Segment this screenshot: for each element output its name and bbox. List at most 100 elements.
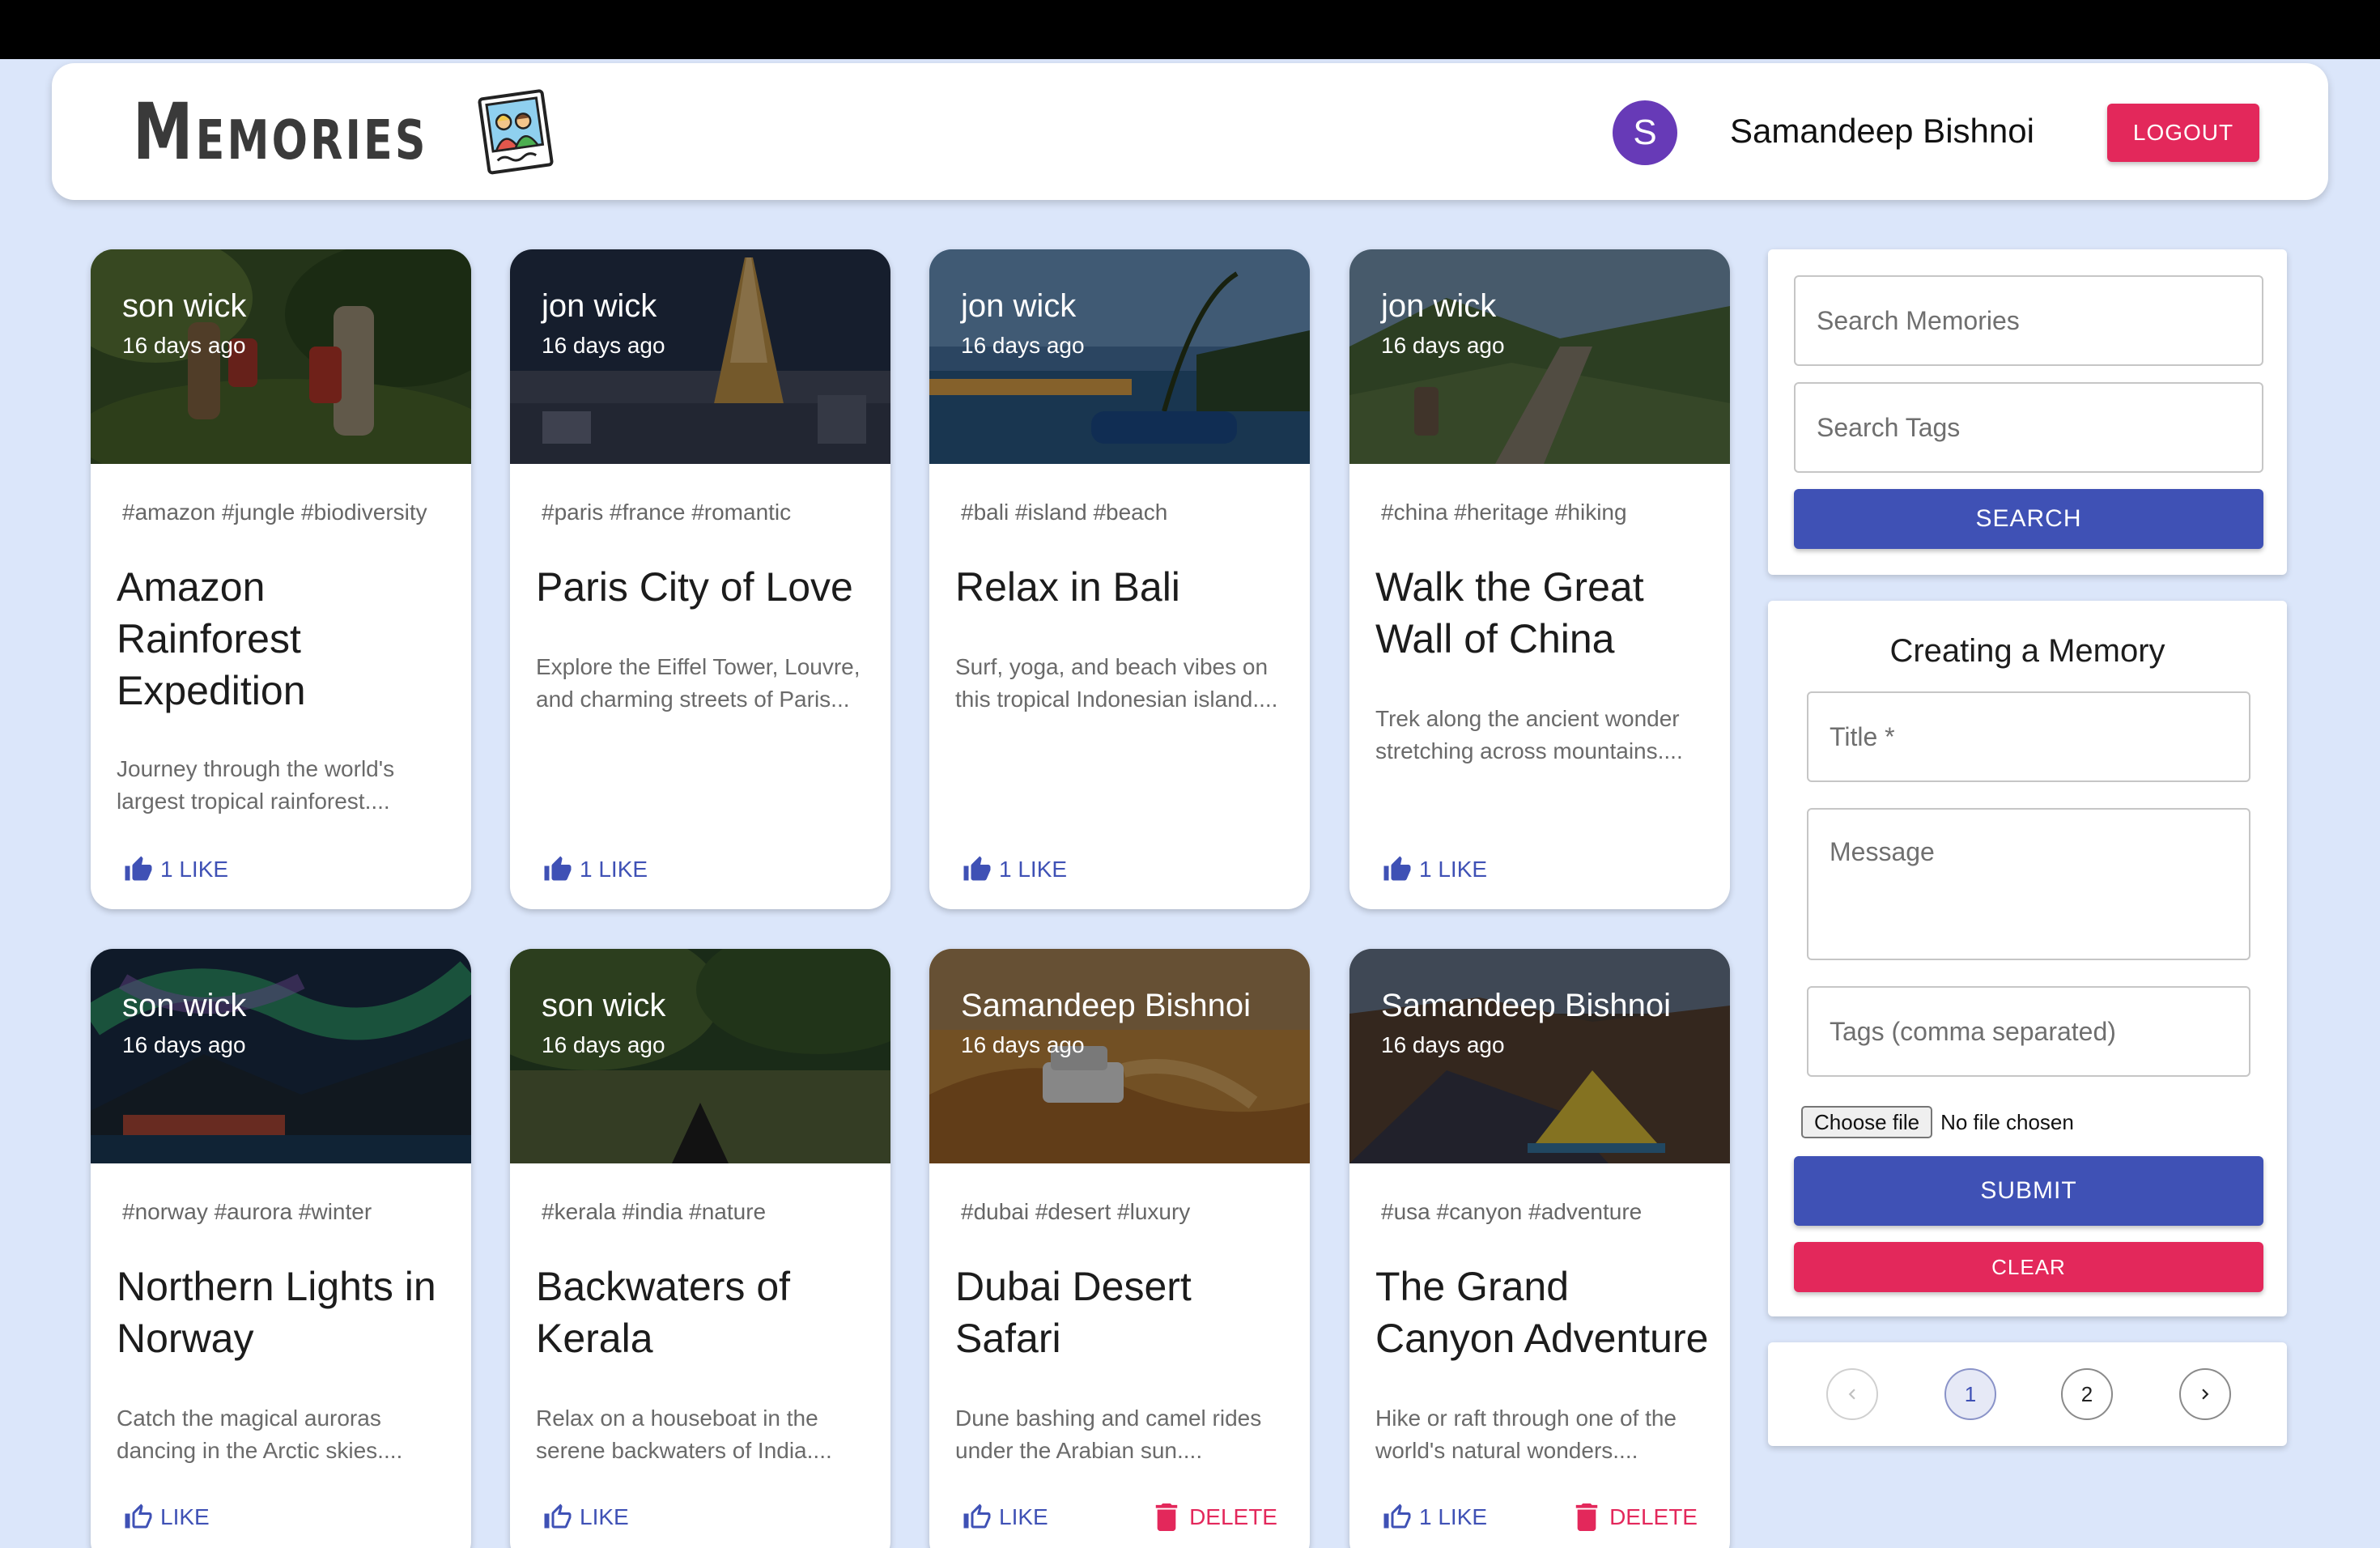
post-time: 16 days ago xyxy=(961,1032,1085,1057)
chevron-left-icon xyxy=(1848,1389,1855,1400)
memory-card[interactable]: Samandeep Bishnoi 16 days ago #dubai #de… xyxy=(929,949,1310,1548)
post-tags: #bali #island #beach xyxy=(961,500,1168,525)
thumb-up-icon xyxy=(963,856,991,881)
like-button[interactable]: 1 LIKE xyxy=(1382,853,1487,886)
like-button[interactable]: 1 LIKE xyxy=(123,853,228,886)
card-image: jon wick 16 days ago xyxy=(1349,249,1730,464)
search-memories-input[interactable] xyxy=(1794,275,2263,366)
tags-input[interactable] xyxy=(1807,986,2250,1077)
file-status: No file chosen xyxy=(1940,1109,2074,1134)
card-image: jon wick 16 days ago xyxy=(510,249,890,464)
post-title: Walk the Great Wall of China xyxy=(1375,564,1644,661)
memory-card[interactable]: son wick 16 days ago #norway #aurora #wi… xyxy=(91,949,471,1548)
post-time: 16 days ago xyxy=(1381,333,1505,358)
post-author: Samandeep Bishnoi xyxy=(1381,988,1672,1023)
post-title: Relax in Bali xyxy=(955,564,1180,610)
post-title: Northern Lights in Norway xyxy=(117,1264,436,1361)
trash-icon xyxy=(1155,1503,1178,1531)
memory-card[interactable]: jon wick 16 days ago #bali #island #beac… xyxy=(929,249,1310,909)
like-label: 1 LIKE xyxy=(580,857,648,882)
memory-card[interactable]: Samandeep Bishnoi 16 days ago #usa #cany… xyxy=(1349,949,1730,1548)
previous-page-button[interactable] xyxy=(1826,1368,1878,1420)
post-time: 16 days ago xyxy=(542,1032,665,1057)
post-tags: #dubai #desert #luxury xyxy=(961,1199,1191,1224)
next-page-button[interactable] xyxy=(2179,1368,2231,1420)
post-tags: #norway #aurora #winter xyxy=(122,1199,372,1224)
submit-button[interactable]: SUBMIT xyxy=(1794,1156,2263,1226)
app-bar: Memories S Samandeep Bishnoi LOGOUT xyxy=(52,63,2328,200)
post-time: 16 days ago xyxy=(1381,1032,1505,1057)
post-title: Amazon Rainforest Expedition xyxy=(117,564,306,713)
browser-top-bar xyxy=(0,0,2380,59)
brand[interactable]: Memories xyxy=(133,87,557,177)
thumb-up-icon xyxy=(544,856,572,881)
search-tags-input[interactable] xyxy=(1794,382,2263,473)
thumb-up-icon xyxy=(125,856,152,881)
card-image: son wick 16 days ago xyxy=(91,249,471,464)
clear-button[interactable]: CLEAR xyxy=(1794,1242,2263,1292)
post-author: jon wick xyxy=(1381,288,1497,324)
post-time: 16 days ago xyxy=(542,333,665,358)
card-image: son wick 16 days ago xyxy=(510,949,890,1163)
card-image: Samandeep Bishnoi 16 days ago xyxy=(929,949,1310,1163)
memory-card[interactable]: son wick 16 days ago #kerala #india #nat… xyxy=(510,949,890,1548)
post-message: Dune bashing and camel rides under the A… xyxy=(955,1406,1262,1463)
page-button-1[interactable]: 1 xyxy=(1944,1368,1996,1420)
message-input[interactable] xyxy=(1807,808,2250,960)
memory-card[interactable]: son wick 16 days ago #amazon #jungle #bi… xyxy=(91,249,471,909)
like-button[interactable]: 1 LIKE xyxy=(1382,1501,1487,1533)
file-input: Choose file No file chosen xyxy=(1801,1106,2074,1138)
thumb-up-outline-icon xyxy=(963,1503,991,1529)
like-button[interactable]: 1 LIKE xyxy=(962,853,1067,886)
like-label: 1 LIKE xyxy=(999,857,1068,882)
post-author: Samandeep Bishnoi xyxy=(961,988,1252,1023)
post-time: 16 days ago xyxy=(961,333,1085,358)
thumb-up-icon xyxy=(1383,856,1411,881)
post-tags: #kerala #india #nature xyxy=(542,1199,767,1224)
thumb-up-outline-icon xyxy=(544,1503,572,1529)
like-label: 1 LIKE xyxy=(1419,857,1488,882)
choose-file-button[interactable]: Choose file xyxy=(1801,1106,1933,1138)
card-image: Samandeep Bishnoi 16 days ago xyxy=(1349,949,1730,1163)
post-time: 16 days ago xyxy=(122,333,246,358)
trash-icon xyxy=(1575,1503,1598,1531)
like-label: 1 LIKE xyxy=(1419,1504,1488,1529)
post-tags: #usa #canyon #adventure xyxy=(1381,1199,1643,1224)
like-button[interactable]: LIKE xyxy=(962,1501,1048,1533)
post-title: Paris City of Love xyxy=(536,564,853,610)
logout-button[interactable]: LOGOUT xyxy=(2107,104,2259,162)
like-label: LIKE xyxy=(580,1504,629,1529)
like-button[interactable]: 1 LIKE xyxy=(542,853,648,886)
memory-card[interactable]: jon wick 16 days ago #paris #france #rom… xyxy=(510,249,890,909)
search-button[interactable]: SEARCH xyxy=(1794,489,2263,549)
post-title: The Grand Canyon Adventure xyxy=(1375,1264,1709,1361)
brand-title: Memories xyxy=(133,87,428,177)
card-image: jon wick 16 days ago xyxy=(929,249,1310,464)
post-author: son wick xyxy=(122,988,247,1023)
like-label: 1 LIKE xyxy=(160,857,229,882)
post-message: Journey through the world's largest trop… xyxy=(117,756,395,814)
page-button-2[interactable]: 2 xyxy=(2061,1368,2113,1420)
avatar[interactable]: S xyxy=(1613,100,1677,165)
delete-button[interactable]: DELETE xyxy=(1575,1501,1698,1533)
form-title: Creating a Memory xyxy=(1889,633,2165,669)
post-message: Trek along the ancient wonder stretching… xyxy=(1375,706,1683,763)
like-label: LIKE xyxy=(160,1504,210,1529)
post-tags: #amazon #jungle #biodiversity xyxy=(122,500,427,525)
post-time: 16 days ago xyxy=(122,1032,246,1057)
post-message: Catch the magical auroras dancing in the… xyxy=(117,1406,403,1463)
memory-card[interactable]: jon wick 16 days ago #china #heritage #h… xyxy=(1349,249,1730,909)
post-tags: #china #heritage #hiking xyxy=(1381,500,1627,525)
post-message: Explore the Eiffel Tower, Louvre, and ch… xyxy=(536,654,861,712)
like-button[interactable]: LIKE xyxy=(123,1501,210,1533)
user-name: Samandeep Bishnoi xyxy=(1730,112,2034,150)
post-author: son wick xyxy=(542,988,666,1023)
post-message: Hike or raft through one of the world's … xyxy=(1375,1406,1677,1463)
like-button[interactable]: LIKE xyxy=(542,1501,629,1533)
post-author: jon wick xyxy=(542,288,657,324)
post-author: jon wick xyxy=(961,288,1077,324)
title-input[interactable] xyxy=(1807,691,2250,782)
post-message: Surf, yoga, and beach vibes on this trop… xyxy=(955,654,1278,712)
post-author: son wick xyxy=(122,288,247,324)
delete-button[interactable]: DELETE xyxy=(1155,1501,1277,1533)
